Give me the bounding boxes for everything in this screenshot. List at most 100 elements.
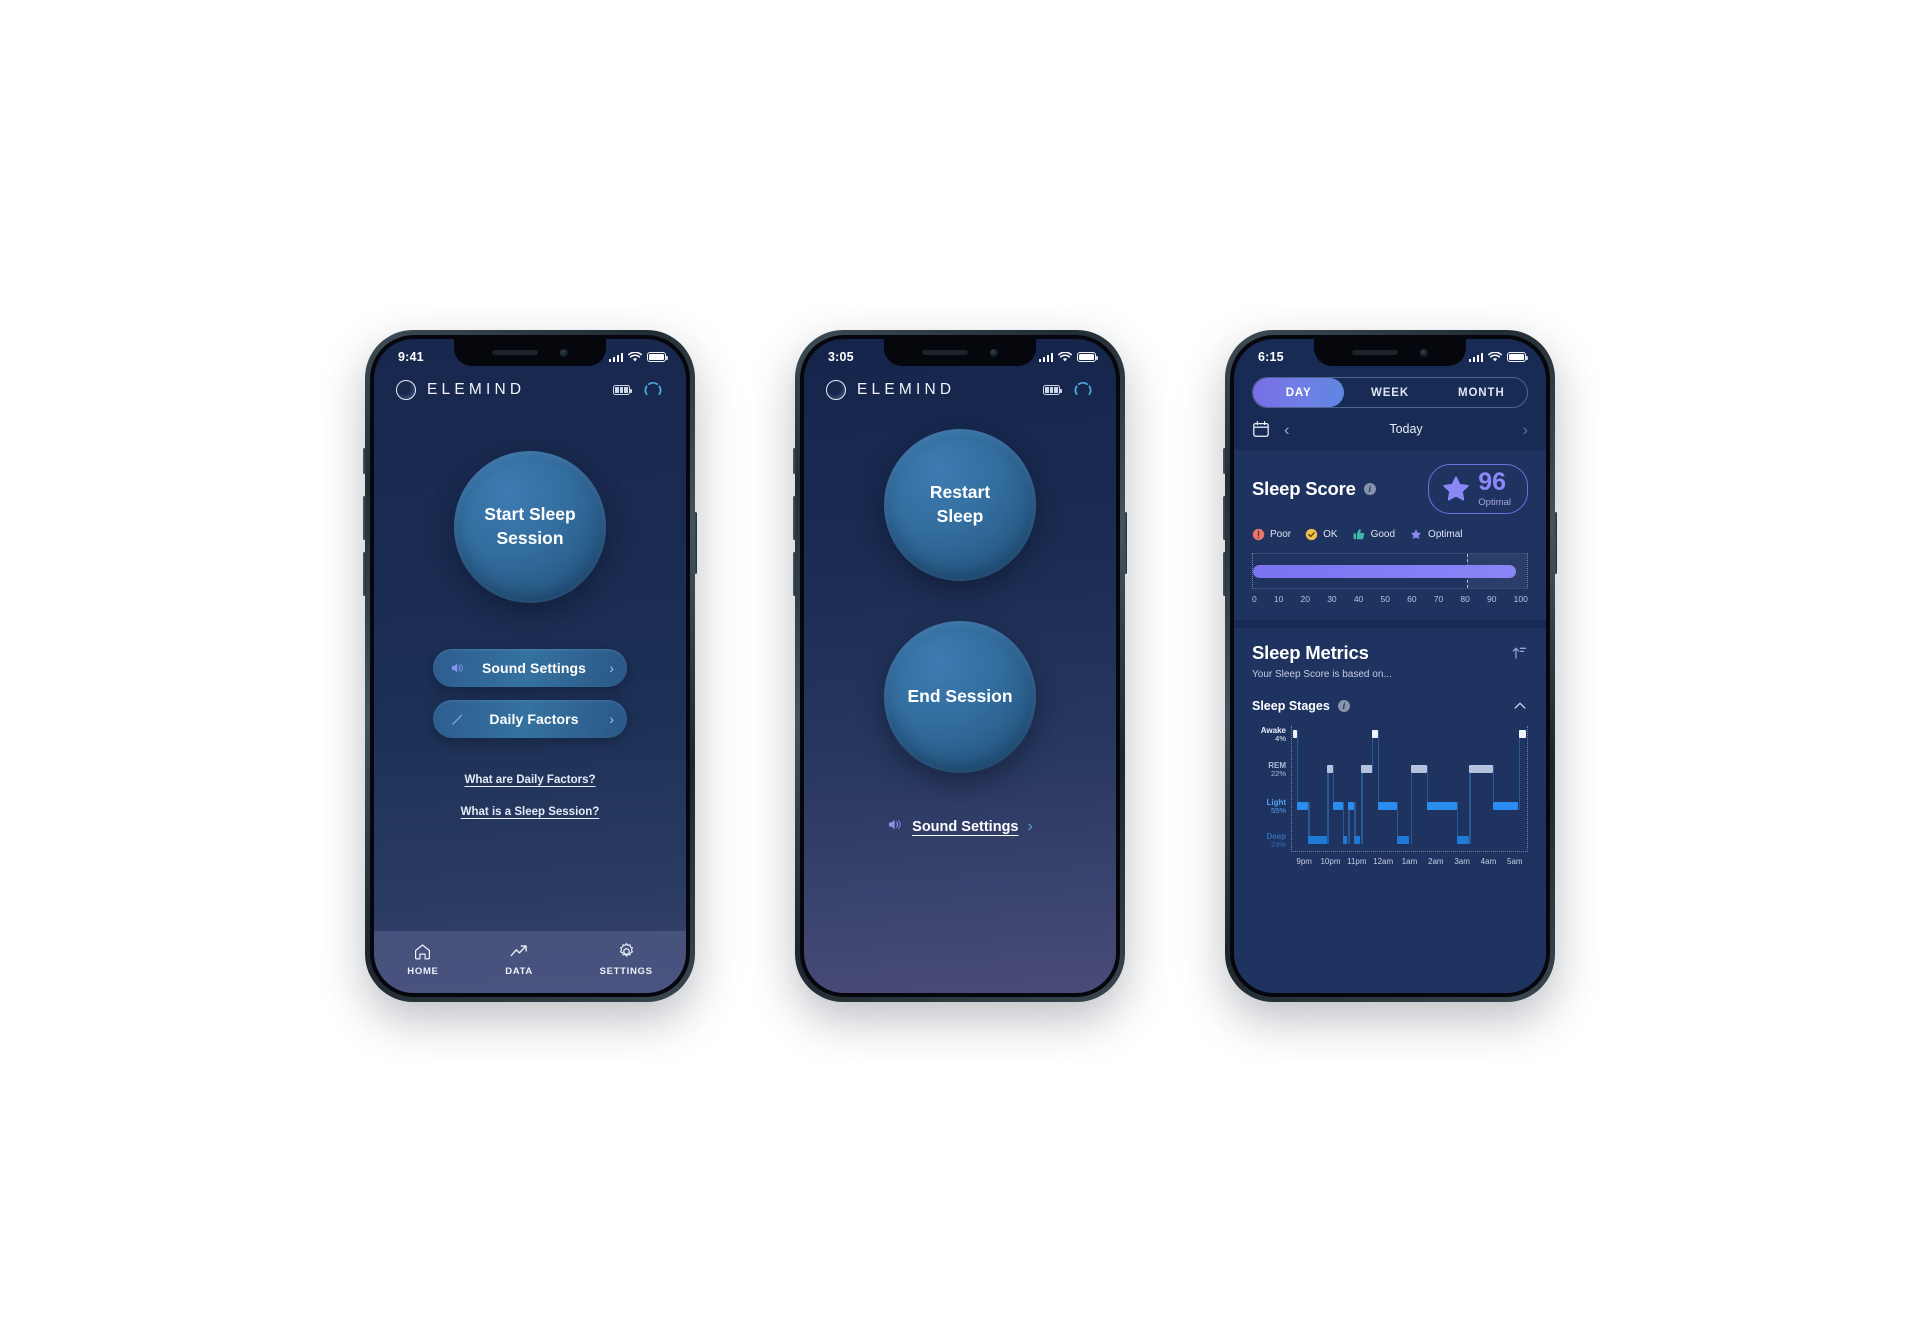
- volume-up-button[interactable]: [793, 496, 796, 540]
- what-are-daily-factors-link[interactable]: What are Daily Factors?: [464, 774, 595, 786]
- y-label-deep: Deep 23%: [1266, 832, 1286, 850]
- volume-up-button[interactable]: [363, 496, 366, 540]
- start-sleep-session-button[interactable]: Start Sleep Session: [454, 451, 606, 603]
- hypnogram-y-axis: Awake 4% REM 22% Light 55% Deep 23%: [1252, 726, 1286, 852]
- end-session-button[interactable]: End Session: [884, 621, 1036, 773]
- hypnogram-segment: [1469, 765, 1493, 773]
- chevron-up-icon[interactable]: [1512, 698, 1528, 714]
- hypnogram-segment: [1327, 765, 1334, 773]
- power-button[interactable]: [694, 512, 697, 574]
- pencil-icon: [446, 712, 468, 727]
- hypnogram-segment: [1492, 802, 1518, 810]
- hypnogram-segment: [1342, 836, 1348, 844]
- phone-home: 9:41 ELEMIND Start Sleep Session Sound S…: [363, 330, 697, 1002]
- legend-label-good: Good: [1370, 529, 1396, 540]
- chevron-right-icon: ›: [609, 660, 614, 676]
- status-time: 3:05: [828, 350, 854, 364]
- calendar-icon[interactable]: [1252, 420, 1270, 438]
- restart-label-line2: Sleep: [936, 506, 984, 526]
- sound-settings-button[interactable]: Sound Settings ›: [433, 649, 627, 687]
- hypnogram-connector: [1296, 730, 1298, 810]
- volume-down-button[interactable]: [363, 552, 366, 596]
- gauge-tick: 80: [1460, 594, 1470, 604]
- hypnogram-segment: [1410, 765, 1428, 773]
- restart-sleep-button[interactable]: Restart Sleep: [884, 429, 1036, 581]
- notch: [1314, 339, 1466, 366]
- sound-settings-link[interactable]: Sound Settings ›: [887, 817, 1033, 837]
- y-label-rem: REM 22%: [1268, 761, 1286, 779]
- range-tab-week[interactable]: WEEK: [1344, 378, 1435, 407]
- hypnogram-connector: [1518, 730, 1521, 810]
- sleep-metrics-header: Sleep Metrics: [1252, 642, 1528, 664]
- home-main-area: Start Sleep Session Sound Settings › Dai…: [374, 401, 686, 931]
- thumbs-up-icon: [1353, 529, 1364, 540]
- hypnogram-x-axis: 9pm 10pm 11pm 12am 1am 2am 3am 4am 5am: [1291, 857, 1528, 866]
- phone-data: 6:15 DAY WEEK MONTH ‹ Today › Sleep Scor…: [1223, 330, 1557, 1002]
- sort-ascending-icon[interactable]: [1509, 644, 1528, 663]
- gauge-tick: 60: [1407, 594, 1417, 604]
- volume-down-button[interactable]: [1223, 552, 1226, 596]
- mute-switch[interactable]: [793, 448, 796, 474]
- gauge-tick: 100: [1513, 594, 1528, 604]
- start-label-line1: Start Sleep: [484, 504, 576, 525]
- legend-label-ok: OK: [1323, 529, 1338, 540]
- sleep-stages-row[interactable]: Sleep Stages i: [1252, 698, 1528, 714]
- start-label-line2: Session: [496, 528, 564, 548]
- front-camera: [560, 348, 568, 357]
- screen-data: 6:15 DAY WEEK MONTH ‹ Today › Sleep Scor…: [1234, 339, 1546, 993]
- bottom-tab-bar: HOME DATA SETTINGS: [374, 931, 686, 993]
- data-screen-content: 6:15 DAY WEEK MONTH ‹ Today › Sleep Scor…: [1234, 339, 1546, 993]
- x-tick: 1am: [1401, 857, 1418, 866]
- cellular-signal-icon: [1038, 352, 1053, 362]
- gear-icon: [619, 942, 633, 957]
- legend-label-optimal: Optimal: [1428, 529, 1463, 540]
- sleep-stages-title: Sleep Stages: [1252, 699, 1330, 713]
- mute-switch[interactable]: [1223, 448, 1226, 474]
- status-indicators: [608, 351, 668, 363]
- info-icon[interactable]: i: [1337, 700, 1350, 712]
- what-is-a-sleep-session-link[interactable]: What is a Sleep Session?: [461, 806, 600, 818]
- end-button-label: End Session: [907, 686, 1013, 707]
- power-button[interactable]: [1554, 512, 1557, 574]
- sync-arc-icon: [644, 381, 662, 396]
- gauge-tick-labels: 0 10 20 30 40 50 60 70 80 90 100: [1252, 594, 1528, 604]
- y-label-awake-pct: 4%: [1275, 734, 1286, 744]
- next-day-button[interactable]: ›: [1522, 421, 1528, 438]
- sleep-score-title-group: Sleep Score i: [1252, 478, 1376, 500]
- gauge-tick: 70: [1433, 594, 1444, 604]
- range-tab-day[interactable]: DAY: [1253, 378, 1345, 407]
- device-battery-icon: [1043, 385, 1062, 395]
- hypnogram-connector: [1410, 765, 1412, 844]
- tab-data[interactable]: DATA: [505, 942, 533, 977]
- hypnogram-segment: [1293, 730, 1297, 738]
- status-indicators: [1038, 351, 1098, 363]
- check-circle-icon: [1305, 528, 1318, 541]
- mute-switch[interactable]: [363, 448, 366, 474]
- notch: [454, 339, 606, 366]
- gauge-tick: 20: [1300, 594, 1311, 604]
- earpiece-speaker: [922, 350, 968, 355]
- volume-down-button[interactable]: [793, 552, 796, 596]
- y-label-deep-pct: 23%: [1270, 840, 1286, 850]
- legend-label-poor: Poor: [1270, 529, 1292, 540]
- tab-home[interactable]: HOME: [407, 942, 438, 977]
- volume-up-button[interactable]: [1223, 496, 1226, 540]
- speaker-icon: [446, 661, 468, 675]
- session-screen-content: 3:05 ELEMIND Restart Sleep End Session S…: [804, 339, 1116, 993]
- power-button[interactable]: [1124, 512, 1127, 574]
- hypnogram-connector: [1469, 765, 1471, 844]
- prev-day-button[interactable]: ‹: [1284, 421, 1290, 438]
- gauge-value-bar: [1253, 564, 1517, 578]
- tab-settings[interactable]: SETTINGS: [600, 942, 653, 977]
- hypnogram-segment: [1354, 836, 1361, 844]
- sleep-metrics-subtitle: Your Sleep Score is based on...: [1252, 669, 1392, 680]
- chevron-right-icon: ›: [1027, 818, 1033, 835]
- sound-settings-link-label: Sound Settings: [912, 819, 1019, 835]
- daily-factors-button[interactable]: Daily Factors ›: [433, 700, 627, 738]
- info-icon[interactable]: i: [1363, 483, 1376, 495]
- range-tab-month[interactable]: MONTH: [1436, 378, 1527, 407]
- hypnogram-segment: [1296, 802, 1309, 810]
- date-navigator: ‹ Today ›: [1234, 408, 1546, 450]
- x-tick: 11pm: [1347, 857, 1367, 866]
- daily-factors-label: Daily Factors: [489, 711, 579, 727]
